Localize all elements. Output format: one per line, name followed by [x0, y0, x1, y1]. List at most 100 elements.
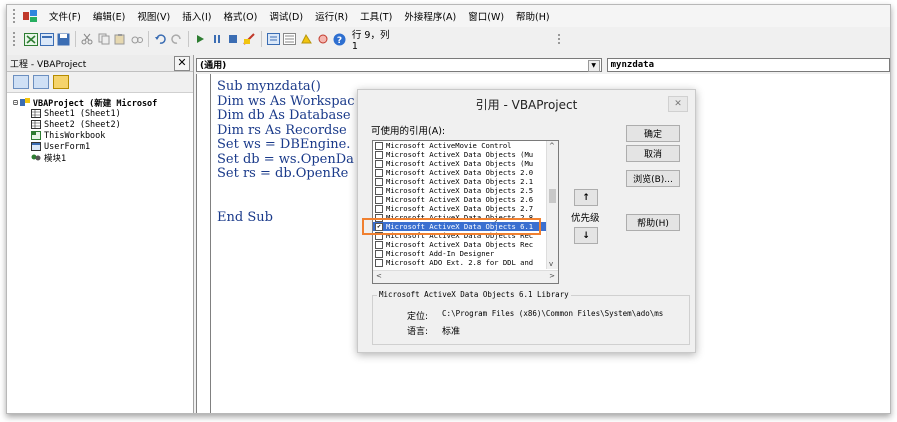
dialog-close-button[interactable]: ✕: [668, 96, 688, 112]
reference-checkbox[interactable]: [375, 168, 383, 177]
menu-tools[interactable]: 工具(T): [354, 9, 398, 23]
view-code-icon[interactable]: [13, 75, 29, 89]
margin-indicator-bar[interactable]: [210, 74, 211, 413]
vba-editor-window: 文件(F) 编辑(E) 视图(V) 插入(I) 格式(O) 调试(D) 运行(R…: [6, 4, 891, 414]
toolbar-end-grip[interactable]: [557, 34, 563, 44]
priority-up-button[interactable]: ↑: [574, 189, 598, 206]
reference-checkbox[interactable]: [375, 159, 383, 168]
reference-checkbox[interactable]: [375, 204, 383, 213]
properties-icon[interactable]: [283, 30, 298, 48]
userform-icon: [31, 142, 41, 151]
menu-addins[interactable]: 外接程序(A): [398, 9, 462, 23]
procedure-dropdown[interactable]: mynzdata: [606, 57, 890, 72]
tree-item-label: Sheet1 (Sheet1): [44, 108, 121, 119]
code-line: Sub mynzdata(): [217, 79, 321, 94]
help-icon[interactable]: ?: [332, 30, 347, 48]
scroll-right-icon[interactable]: >: [549, 272, 555, 280]
code-line: Dim rs As Recordse: [217, 122, 347, 138]
toolbox-icon[interactable]: [316, 30, 331, 48]
horizontal-scrollbar[interactable]: < >: [373, 270, 558, 283]
reference-checkbox[interactable]: [375, 258, 383, 267]
object-dropdown-value: (通用): [200, 61, 227, 71]
menu-run[interactable]: 运行(R): [309, 9, 354, 23]
cancel-button[interactable]: 取消: [626, 145, 680, 162]
language-value: 标准: [442, 327, 461, 337]
reference-label: Microsoft ActiveX Data Objects (Mu: [386, 159, 534, 168]
find-icon[interactable]: [130, 30, 145, 48]
reference-list-item[interactable]: Microsoft ADO Ext. 2.8 for DDL and: [373, 258, 558, 267]
reference-checkbox[interactable]: [375, 141, 383, 150]
browse-button[interactable]: 浏览(B)...: [626, 170, 680, 187]
copy-icon[interactable]: [96, 30, 111, 48]
tree-item-userform1[interactable]: UserForm1: [13, 141, 187, 152]
reference-list-item[interactable]: Microsoft ActiveMovie Control: [373, 141, 558, 150]
run-icon[interactable]: [193, 30, 208, 48]
arrow-down-icon: ↓: [582, 230, 590, 241]
toolbar-grip[interactable]: [13, 32, 18, 46]
reference-checkbox[interactable]: [375, 249, 383, 258]
design-mode-icon[interactable]: [243, 30, 258, 48]
menu-format[interactable]: 格式(O): [217, 9, 263, 23]
ok-button[interactable]: 确定: [626, 125, 680, 142]
menu-file[interactable]: 文件(F): [43, 9, 87, 23]
scroll-down-icon[interactable]: v: [549, 260, 553, 268]
menu-edit[interactable]: 编辑(E): [87, 9, 131, 23]
tree-item-thisworkbook[interactable]: ThisWorkbook: [13, 130, 187, 141]
reference-list-item[interactable]: Microsoft Add-In Designer: [373, 249, 558, 258]
toolbar-grip[interactable]: [13, 9, 19, 23]
menu-view[interactable]: 视图(V): [131, 9, 176, 23]
collapse-icon[interactable]: ⊟: [13, 98, 18, 107]
reference-list-item[interactable]: Microsoft ActiveX Data Objects 2.6: [373, 195, 558, 204]
cut-icon[interactable]: [80, 30, 95, 48]
priority-down-button[interactable]: ↓: [574, 227, 598, 244]
reference-checkbox[interactable]: [375, 177, 383, 186]
scrollbar-thumb[interactable]: [549, 189, 556, 203]
vbaproject-icon: [19, 98, 30, 106]
tree-item-vbaproject[interactable]: ⊟ VBAProject (新建 Microsof: [13, 97, 187, 109]
tree-item-module1[interactable]: 模块1: [13, 152, 187, 164]
object-dropdown[interactable]: (通用) ▼: [196, 57, 602, 72]
excel-view-icon[interactable]: [23, 30, 38, 48]
menu-insert[interactable]: 插入(I): [176, 9, 217, 23]
reference-list-item[interactable]: Microsoft ActiveX Data Objects 2.1: [373, 177, 558, 186]
paste-icon[interactable]: [113, 30, 128, 48]
menu-window[interactable]: 窗口(W): [462, 9, 510, 23]
scroll-left-icon[interactable]: <: [376, 272, 382, 280]
reference-info-group: Microsoft ActiveX Data Objects 6.1 Libra…: [372, 290, 690, 345]
reference-checkbox[interactable]: [375, 195, 383, 204]
cursor-position: 行 9，列 1: [351, 29, 390, 52]
tree-item-sheet1[interactable]: Sheet1 (Sheet1): [13, 108, 187, 119]
object-browser-icon[interactable]: [299, 30, 314, 48]
project-explorer-close-button[interactable]: ✕: [174, 55, 190, 71]
reference-checkbox[interactable]: [375, 150, 383, 159]
break-icon[interactable]: [209, 30, 224, 48]
reference-checkbox[interactable]: [375, 240, 383, 249]
reference-list-item[interactable]: Microsoft ActiveX Data Objects (Mu: [373, 159, 558, 168]
dialog-title-bar: 引用 - VBAProject ✕: [358, 90, 695, 118]
tree-item-sheet2[interactable]: Sheet2 (Sheet2): [13, 119, 187, 130]
insert-userform-icon[interactable]: [40, 30, 55, 48]
reference-list-item[interactable]: Microsoft ActiveX Data Objects 2.7: [373, 204, 558, 213]
toggle-folders-icon[interactable]: [53, 75, 69, 89]
help-button[interactable]: 帮助(H): [626, 214, 680, 231]
reference-list-item[interactable]: Microsoft ActiveX Data Objects Rec: [373, 240, 558, 249]
reference-list-item[interactable]: Microsoft ActiveX Data Objects 2.0: [373, 168, 558, 177]
reference-list-item[interactable]: Microsoft ActiveX Data Objects (Mu: [373, 150, 558, 159]
menu-help[interactable]: 帮助(H): [510, 9, 556, 23]
vertical-scrollbar[interactable]: ^ v: [546, 141, 558, 269]
code-line: Set db = ws.OpenDa: [217, 151, 354, 167]
redo-icon[interactable]: [169, 30, 184, 48]
project-explorer-icon[interactable]: [266, 30, 281, 48]
reference-list-item[interactable]: Microsoft ActiveX Data Objects 2.5: [373, 186, 558, 195]
reset-icon[interactable]: [226, 30, 241, 48]
references-list[interactable]: Microsoft ActiveMovie Control Microsoft A…: [372, 140, 559, 284]
project-explorer-toolbar: [7, 72, 193, 93]
scroll-up-icon[interactable]: ^: [549, 142, 555, 150]
view-object-icon[interactable]: [33, 75, 49, 89]
undo-icon[interactable]: [153, 30, 168, 48]
menu-debug[interactable]: 调试(D): [263, 9, 309, 23]
chevron-down-icon[interactable]: ▼: [587, 59, 600, 72]
code-text[interactable]: Sub mynzdata() Dim ws As Workspac Dim db A…: [217, 79, 355, 225]
reference-checkbox[interactable]: [375, 186, 383, 195]
save-icon[interactable]: [56, 30, 71, 48]
